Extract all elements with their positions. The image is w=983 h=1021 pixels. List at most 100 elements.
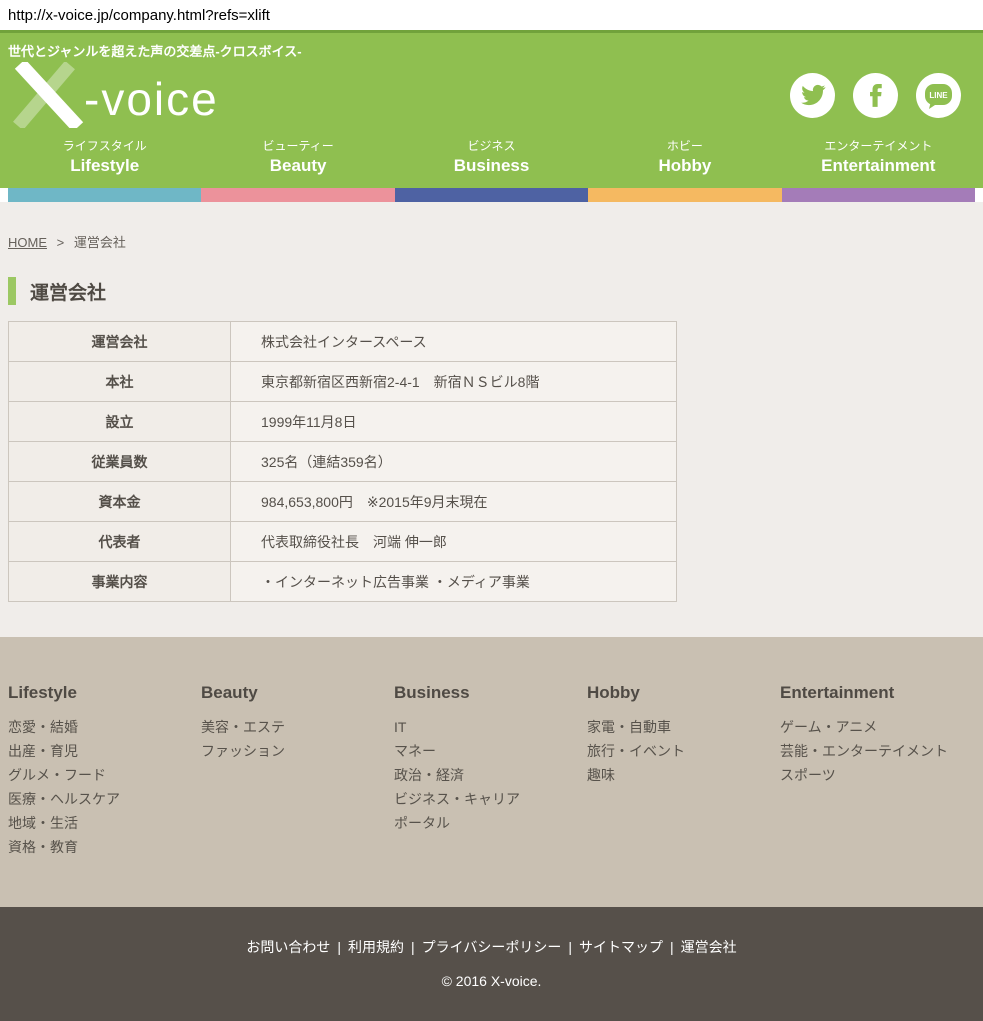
nav-item-lifestyle[interactable]: ライフスタイル Lifestyle (8, 138, 201, 188)
page-title-text: 運営会社 (30, 278, 106, 305)
line-bubble-glyph: LINE (916, 73, 961, 118)
title-accent-bar (8, 277, 16, 305)
nav-label-jp: ビューティー (201, 138, 394, 154)
row-label: 資本金 (9, 482, 231, 522)
footer-link[interactable]: ビジネス・キャリア (394, 787, 587, 811)
nav-label-jp: エンターテイメント (782, 138, 975, 154)
footer-categories: Lifestyle 恋愛・結婚 出産・育児 グルメ・フード 医療・ヘルスケア 地… (0, 637, 983, 907)
site-header: 世代とジャンルを超えた声の交差点-クロスボイス- -voice (0, 30, 983, 188)
footer-terms-link[interactable]: 利用規約 (348, 939, 404, 955)
footer-col-title: Lifestyle (8, 683, 201, 703)
logo-text: -voice (84, 73, 219, 125)
nav-label-jp: ビジネス (395, 138, 588, 154)
footer-link-separator: | (568, 939, 572, 955)
facebook-f-glyph (863, 82, 889, 108)
table-row: 本社 東京都新宿区西新宿2-4-1 新宿ＮＳビル8階 (9, 362, 677, 402)
row-label: 運営会社 (9, 322, 231, 362)
nav-bar-lifestyle (8, 188, 201, 202)
nav-label-jp: ライフスタイル (8, 138, 201, 154)
breadcrumb-separator: > (57, 235, 65, 250)
breadcrumb-current: 運営会社 (74, 235, 126, 250)
social-icons: LINE (790, 73, 961, 118)
footer-col-entertainment: Entertainment ゲーム・アニメ 芸能・エンターテイメント スポーツ (780, 683, 973, 907)
footer-company-link[interactable]: 運営会社 (681, 939, 737, 955)
twitter-icon[interactable] (790, 73, 835, 118)
footer-link-separator: | (670, 939, 674, 955)
footer-link[interactable]: ファッション (201, 739, 394, 763)
site-logo[interactable]: -voice (8, 62, 238, 128)
footer-contact-link[interactable]: お問い合わせ (246, 939, 330, 955)
row-value: ・インターネット広告事業 ・メディア事業 (231, 562, 677, 602)
footer-col-title: Beauty (201, 683, 394, 703)
copyright-text: © 2016 X-voice. (0, 973, 983, 989)
footer-link[interactable]: スポーツ (780, 763, 973, 787)
nav-label-en: Business (395, 154, 588, 178)
footer-link[interactable]: ポータル (394, 811, 587, 835)
nav-label-jp: ホビー (588, 138, 781, 154)
footer-sitemap-link[interactable]: サイトマップ (579, 939, 663, 955)
footer-col-title: Entertainment (780, 683, 973, 703)
footer-link[interactable]: 出産・育児 (8, 739, 201, 763)
nav-item-entertainment[interactable]: エンターテイメント Entertainment (782, 138, 975, 188)
footer-link[interactable]: グルメ・フード (8, 763, 201, 787)
footer-link[interactable]: 美容・エステ (201, 715, 394, 739)
page-url-text: http://x-voice.jp/company.html?refs=xlif… (0, 0, 983, 30)
nav-bar-hobby (588, 188, 781, 202)
footer-bottom: お問い合わせ|利用規約|プライバシーポリシー|サイトマップ|運営会社 © 201… (0, 907, 983, 1021)
footer-link[interactable]: 家電・自動車 (587, 715, 780, 739)
row-value: 325名（連結359名） (231, 442, 677, 482)
breadcrumb: HOME > 運営会社 (8, 232, 975, 251)
table-row: 従業員数 325名（連結359名） (9, 442, 677, 482)
footer-col-lifestyle: Lifestyle 恋愛・結婚 出産・育児 グルメ・フード 医療・ヘルスケア 地… (8, 683, 201, 907)
footer-link[interactable]: 地域・生活 (8, 811, 201, 835)
row-value: 東京都新宿区西新宿2-4-1 新宿ＮＳビル8階 (231, 362, 677, 402)
table-row: 資本金 984,653,800円 ※2015年9月末現在 (9, 482, 677, 522)
footer-link[interactable]: 政治・経済 (394, 763, 587, 787)
row-label: 従業員数 (9, 442, 231, 482)
footer-link[interactable]: 医療・ヘルスケア (8, 787, 201, 811)
nav-item-beauty[interactable]: ビューティー Beauty (201, 138, 394, 188)
facebook-icon[interactable] (853, 73, 898, 118)
table-row: 代表者 代表取締役社長 河端 伸一郎 (9, 522, 677, 562)
row-label: 事業内容 (9, 562, 231, 602)
row-value: 代表取締役社長 河端 伸一郎 (231, 522, 677, 562)
footer-link[interactable]: マネー (394, 739, 587, 763)
nav-label-en: Beauty (201, 154, 394, 178)
footer-bottom-links: お問い合わせ|利用規約|プライバシーポリシー|サイトマップ|運営会社 (0, 937, 983, 957)
nav-label-en: Entertainment (782, 154, 975, 178)
footer-col-hobby: Hobby 家電・自動車 旅行・イベント 趣味 (587, 683, 780, 907)
footer-col-title: Hobby (587, 683, 780, 703)
footer-col-business: Business IT マネー 政治・経済 ビジネス・キャリア ポータル (394, 683, 587, 907)
footer-privacy-link[interactable]: プライバシーポリシー (422, 939, 562, 955)
site-tagline: 世代とジャンルを超えた声の交差点-クロスボイス- (0, 33, 983, 60)
table-row: 運営会社 株式会社インタースペース (9, 322, 677, 362)
footer-link[interactable]: ゲーム・アニメ (780, 715, 973, 739)
footer-link[interactable]: IT (394, 715, 587, 739)
main-nav: ライフスタイル Lifestyle ビューティー Beauty ビジネス Bus… (8, 130, 975, 188)
footer-link[interactable]: 恋愛・結婚 (8, 715, 201, 739)
row-label: 代表者 (9, 522, 231, 562)
page-title: 運営会社 (8, 277, 975, 305)
svg-text:LINE: LINE (929, 91, 948, 100)
twitter-bird-glyph (800, 82, 826, 108)
breadcrumb-home-link[interactable]: HOME (8, 235, 47, 250)
row-value: 984,653,800円 ※2015年9月末現在 (231, 482, 677, 522)
footer-link[interactable]: 趣味 (587, 763, 780, 787)
footer-link[interactable]: 資格・教育 (8, 835, 201, 859)
line-icon[interactable]: LINE (916, 73, 961, 118)
row-value: 1999年11月8日 (231, 402, 677, 442)
nav-label-en: Lifestyle (8, 154, 201, 178)
footer-link[interactable]: 芸能・エンターテイメント (780, 739, 973, 763)
nav-bar-business (395, 188, 588, 202)
company-info-table: 運営会社 株式会社インタースペース 本社 東京都新宿区西新宿2-4-1 新宿ＮＳ… (8, 321, 677, 602)
nav-item-hobby[interactable]: ホビー Hobby (588, 138, 781, 188)
footer-link-separator: | (411, 939, 415, 955)
footer-link[interactable]: 旅行・イベント (587, 739, 780, 763)
footer-col-beauty: Beauty 美容・エステ ファッション (201, 683, 394, 907)
nav-color-bars (8, 188, 975, 202)
nav-label-en: Hobby (588, 154, 781, 178)
nav-item-business[interactable]: ビジネス Business (395, 138, 588, 188)
main-content: HOME > 運営会社 運営会社 運営会社 株式会社インタースペース 本社 東京… (0, 202, 983, 637)
nav-bar-entertainment (782, 188, 975, 202)
nav-bar-beauty (201, 188, 394, 202)
